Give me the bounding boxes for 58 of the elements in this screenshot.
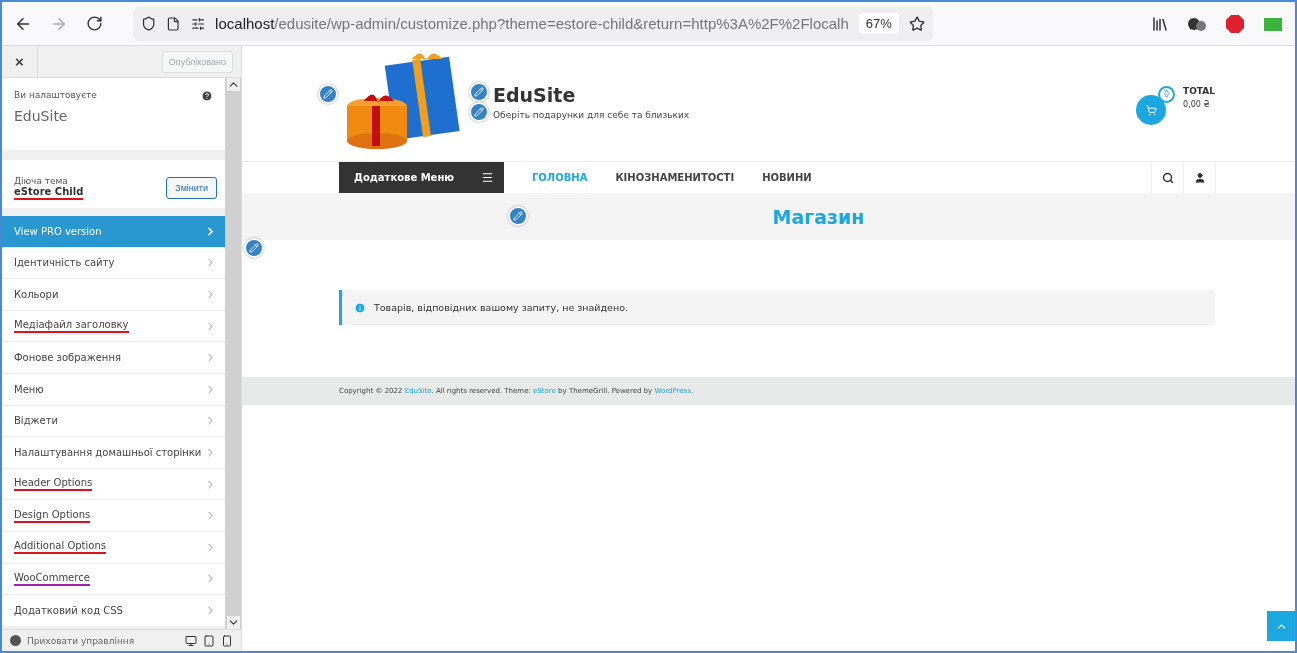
search-icon (1161, 171, 1174, 184)
section-item[interactable]: WooCommerce (2, 563, 225, 596)
reload-icon[interactable] (86, 15, 103, 32)
phone-icon[interactable] (221, 634, 233, 647)
section-item[interactable]: Фонове зображення (2, 342, 225, 374)
total-label: TOTAL (1183, 86, 1215, 96)
nav-link[interactable]: НОВИНИ (762, 162, 812, 193)
total-value: 0,00 ₴ (1183, 100, 1211, 109)
notice-text: Товарів, відповідних вашому запиту, не знайдено. (374, 302, 628, 313)
cart-button[interactable] (1136, 95, 1167, 125)
change-theme-button[interactable]: Змінити (166, 177, 217, 199)
stop-sign-icon[interactable] (1225, 13, 1245, 34)
page-icon (166, 15, 181, 32)
extra-menu-button[interactable]: Додаткове Меню (339, 162, 504, 193)
section-item[interactable]: Меню (2, 373, 225, 406)
section-item[interactable]: Додатковий код CSS (2, 595, 225, 627)
section-item[interactable]: Кольори (2, 279, 225, 311)
tablet-icon[interactable] (203, 634, 215, 647)
user-icon (1193, 171, 1206, 184)
section-item[interactable]: Additional Options (2, 531, 225, 564)
close-button[interactable]: × (2, 45, 38, 78)
cart-icon (1145, 104, 1157, 116)
page-title: Магазин (771, 205, 865, 228)
theme-name: eStore Child (14, 186, 84, 200)
edit-shortcut-icon[interactable] (469, 82, 489, 102)
url-text: localhost/edusite/wp-admin/customize.php?theme=estore-child&return=http%3A%2F%2Flocalh (215, 15, 849, 32)
cart-count: 0 (1158, 86, 1176, 103)
folder-icon[interactable] (1263, 15, 1283, 32)
hide-controls-label[interactable]: Приховати управління (27, 635, 135, 646)
site-tagline: Оберіть подарунки для себе та близьких (493, 110, 690, 120)
section-item[interactable]: Налаштування домашньої сторінки (2, 437, 225, 469)
info-icon (354, 301, 366, 314)
edit-shortcut-icon[interactable] (469, 102, 489, 122)
section-item[interactable]: Медіафайл заголовку (2, 310, 225, 343)
scroll-up-icon[interactable] (226, 78, 240, 91)
section-item[interactable]: Design Options (2, 500, 225, 532)
permissions-icon[interactable] (190, 15, 206, 32)
balls-icon[interactable] (1187, 15, 1207, 32)
site-name: EduSite (14, 108, 69, 124)
section-item[interactable]: Header Options (2, 468, 225, 501)
menu-icon (481, 171, 494, 184)
address-bar[interactable]: localhost/edusite/wp-admin/customize.php?theme=estore-child&return=http%3A%2F%2Flocalh 67% (133, 6, 933, 41)
help-icon[interactable] (201, 90, 213, 102)
section-item[interactable]: Ідентичність сайту (2, 247, 225, 280)
bookmark-star-icon[interactable] (908, 14, 925, 33)
collapse-icon[interactable] (10, 635, 21, 646)
desktop-icon[interactable] (185, 634, 197, 647)
edit-shortcut-icon[interactable] (318, 84, 338, 104)
customizing-label: Ви налаштовуєте (14, 90, 97, 100)
zoom-level[interactable]: 67% (858, 13, 899, 34)
theme-label: Діюча тема (14, 176, 69, 186)
library-icon[interactable] (1151, 14, 1169, 33)
section-item[interactable]: Віджети (2, 405, 225, 438)
scroll-down-icon[interactable] (226, 616, 240, 629)
nav-link[interactable]: КІНОЗНАМЕНИТОСТІ (615, 162, 735, 193)
edit-shortcut-icon[interactable] (244, 238, 264, 258)
site-title[interactable]: EduSite (493, 84, 690, 106)
shield-icon (141, 15, 157, 32)
